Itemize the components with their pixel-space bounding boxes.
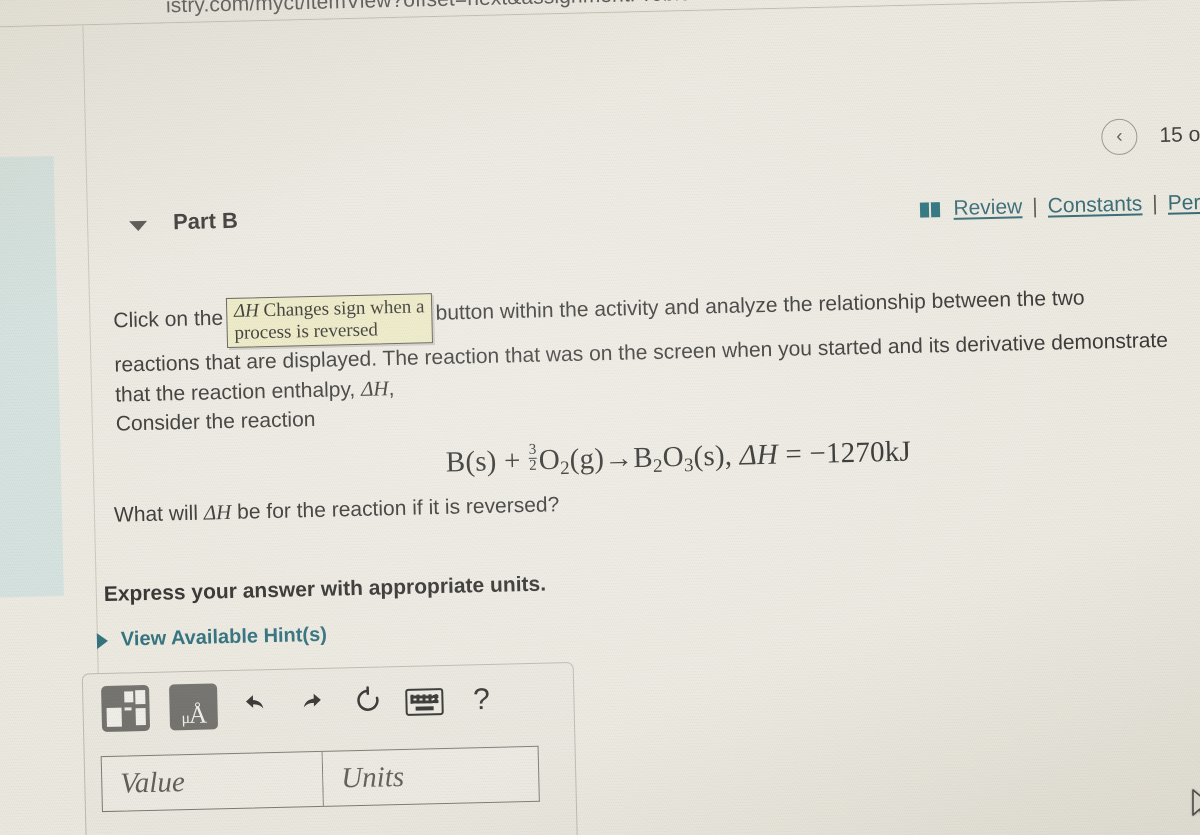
inline-activity-button[interactable]: ΔH Changes sign when a process is reverse… bbox=[225, 293, 434, 349]
chemical-equation: B(s) + 3 2 O2(g)→B2O3(s), ΔH = −1270kJ bbox=[445, 434, 911, 483]
equation-product-element-1: B bbox=[632, 441, 654, 475]
ask-enthalpy-symbol: ΔH bbox=[203, 499, 232, 525]
equation-reactant-2-state: (g) bbox=[569, 442, 605, 476]
equation-plus: + bbox=[503, 444, 521, 478]
item-counter: 15 of 25 bbox=[1159, 122, 1200, 147]
previous-item-button[interactable]: ‹ bbox=[1101, 118, 1138, 156]
view-hints-label: View Available Hint(s) bbox=[120, 623, 328, 651]
periodic-table-link[interactable]: Periodic Tab bbox=[1167, 189, 1200, 216]
equation-reactant-1: B(s) bbox=[445, 445, 497, 479]
answer-fields: Value Units bbox=[100, 745, 540, 813]
fraction-numerator: 3 bbox=[528, 441, 537, 458]
part-header: Part B Review | Constants | Periodic Tab bbox=[129, 184, 1200, 244]
equation-product-sub-1: 2 bbox=[652, 455, 664, 477]
constants-link[interactable]: Constants bbox=[1047, 192, 1142, 218]
link-separator-1: | bbox=[1032, 194, 1039, 218]
reset-icon[interactable] bbox=[349, 685, 386, 721]
value-input[interactable]: Value bbox=[100, 750, 324, 813]
question-ask-line: What will ΔH be for the reaction if it i… bbox=[114, 492, 560, 527]
part-title: Part B bbox=[172, 207, 239, 235]
prompt-text-before: Click on the bbox=[113, 306, 224, 333]
consider-line: Consider the reaction bbox=[115, 407, 316, 436]
equation-arrow: → bbox=[603, 442, 634, 475]
sidebar-highlight-block bbox=[0, 156, 64, 599]
equation-reactant-2-element: O bbox=[538, 443, 561, 477]
equation-reactant-2-sub: 2 bbox=[559, 457, 571, 480]
hint-caret-icon bbox=[96, 632, 109, 649]
equation-product-sub-2: 3 bbox=[683, 455, 694, 477]
equation-equals: = bbox=[785, 438, 803, 471]
equation-product-state: (s) bbox=[693, 439, 726, 473]
inline-button-symbol: ΔH bbox=[233, 300, 260, 322]
units-input[interactable]: Units bbox=[322, 745, 540, 807]
undo-icon[interactable] bbox=[237, 689, 274, 722]
view-hints-toggle[interactable]: View Available Hint(s) bbox=[96, 623, 328, 652]
equation-enthalpy-value: −1270kJ bbox=[809, 435, 912, 470]
assignment-body: ‹ 15 of 25 Part B Review | Constants | P… bbox=[0, 0, 1200, 835]
answer-entry-box: μÅ ? Value Units bbox=[81, 661, 578, 835]
template-button[interactable] bbox=[101, 684, 151, 733]
book-icon bbox=[920, 201, 941, 218]
review-link[interactable]: Review bbox=[953, 195, 1022, 221]
answer-instruction: Express your answer with appropriate uni… bbox=[103, 572, 547, 606]
redo-icon[interactable] bbox=[293, 688, 330, 721]
units-button[interactable]: μÅ bbox=[168, 683, 219, 731]
screenshot-stage: istry.com/myct/itemView?offset=next&assi… bbox=[0, 0, 1200, 835]
browser-page: istry.com/myct/itemView?offset=next&assi… bbox=[0, 0, 1200, 835]
equation-comma: , bbox=[724, 439, 733, 472]
prompt-tail: , bbox=[388, 377, 395, 401]
keyboard-icon[interactable] bbox=[405, 687, 444, 716]
equation-product-element-2: O bbox=[662, 440, 685, 474]
tool-links: Review | Constants | Periodic Tab bbox=[920, 189, 1200, 222]
help-icon[interactable]: ? bbox=[463, 683, 500, 716]
equation-coefficient-fraction: 32 bbox=[528, 441, 538, 475]
units-angstrom-label: Å bbox=[188, 701, 207, 729]
equation-enthalpy-symbol: ΔH bbox=[739, 438, 779, 472]
item-navigation: ‹ 15 of 25 bbox=[1101, 116, 1200, 156]
inline-button-line2: process is reversed bbox=[234, 319, 379, 344]
link-separator-2: | bbox=[1152, 192, 1159, 216]
collapse-caret-icon[interactable] bbox=[129, 220, 148, 232]
ask-prefix: What will bbox=[113, 501, 199, 527]
fraction-denominator: 2 bbox=[528, 458, 538, 475]
prompt-enthalpy-symbol: ΔH bbox=[360, 376, 389, 401]
question-prompt: Click on the ΔH Changes sign when a proces… bbox=[113, 276, 1175, 411]
answer-toolbar: μÅ ? bbox=[101, 677, 500, 733]
inline-button-line1: Changes sign when a bbox=[263, 296, 425, 322]
ask-suffix: be for the reaction if it is reversed? bbox=[236, 493, 560, 524]
